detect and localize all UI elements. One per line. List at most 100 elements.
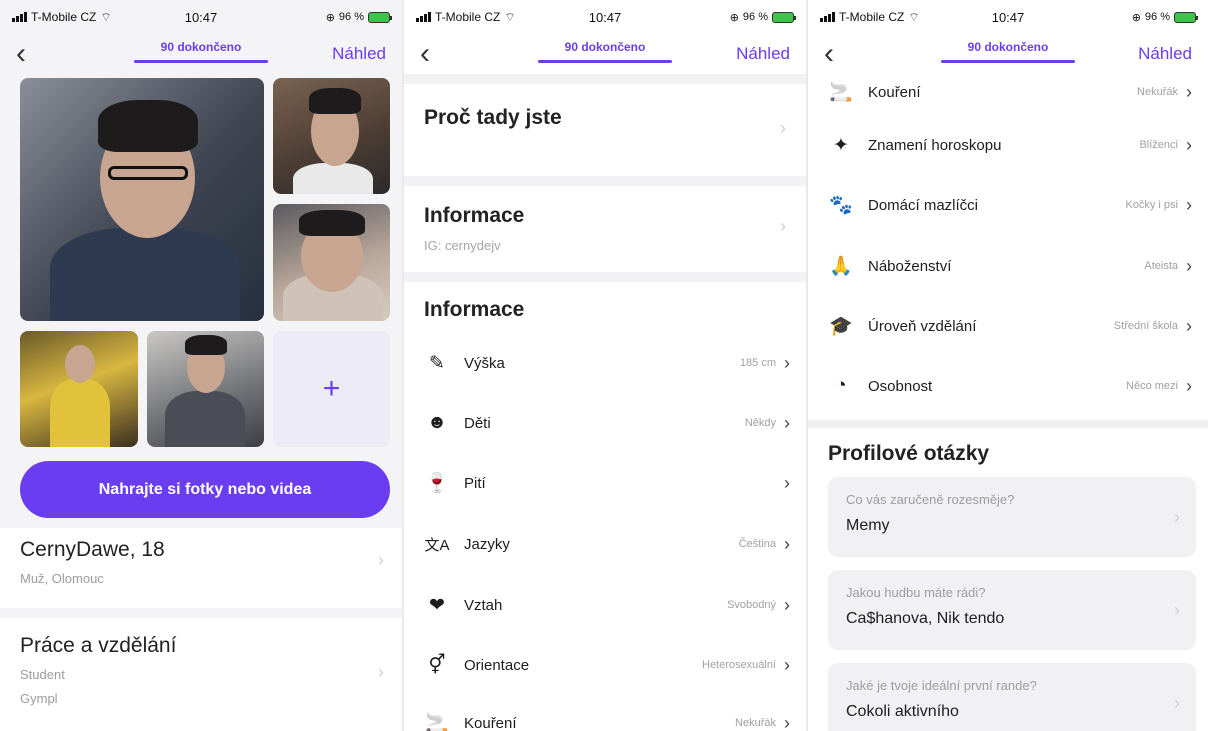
progress-bar: [134, 60, 268, 63]
progress-bar: [538, 60, 672, 63]
preview-button[interactable]: Náhled: [736, 44, 790, 64]
preview-button[interactable]: Náhled: [1138, 44, 1192, 64]
profile-name-card[interactable]: CernyDawe, 18 Muž, Olomouc ›: [0, 528, 402, 608]
smoking-icon: 🚬: [829, 82, 853, 103]
question-card[interactable]: Jakou hudbu máte rádi? Ca$hanova, Nik te…: [828, 570, 1196, 650]
info-bio-card[interactable]: Informace IG: cernydejv ›: [404, 186, 806, 272]
row-value: Nekuřák: [735, 717, 776, 729]
profile-questions-title: Profilové otázky: [828, 442, 990, 465]
battery-status: ⊕ 96 %: [730, 11, 796, 24]
completion-progress: 90 dokončeno: [941, 40, 1075, 63]
work-education-title: Práce a vzdělání: [20, 634, 177, 657]
progress-label: 90 dokončeno: [564, 40, 646, 54]
signal-icon: [416, 12, 431, 22]
completion-progress: 90 dokončeno: [538, 40, 672, 63]
row-drinking[interactable]: 🍷 Pití ›: [404, 453, 806, 513]
battery-icon: [368, 11, 392, 23]
row-smoking[interactable]: 🚬 Kouření Nekuřák ›: [404, 693, 806, 731]
row-label: Děti: [464, 414, 491, 432]
battery-status: ⊕ 96 %: [326, 11, 392, 24]
add-photo-button[interactable]: +: [273, 331, 390, 447]
row-relationship[interactable]: ❤ Vztah Svobodný ›: [404, 575, 806, 635]
row-label: Domácí mazlíčci: [868, 196, 979, 214]
child-face-icon: ☻: [427, 412, 447, 433]
chevron-right-icon: ›: [1186, 194, 1192, 215]
chevron-right-icon: ›: [1174, 507, 1180, 527]
battery-icon: [772, 11, 796, 23]
profile-photo-4[interactable]: [20, 331, 138, 447]
constellation-icon: ✦: [833, 134, 849, 156]
row-label: Úroveň vzdělání: [868, 317, 977, 335]
translate-icon: 文A: [424, 536, 450, 554]
row-religion[interactable]: 🙏 Náboženství Ateista ›: [808, 236, 1208, 296]
row-education[interactable]: 🎓 Úroveň vzdělání Střední škola ›: [808, 296, 1208, 356]
completion-progress: 90 dokončeno: [134, 40, 268, 63]
chevron-right-icon: ›: [1174, 600, 1180, 620]
row-label: Kouření: [464, 714, 517, 731]
back-button[interactable]: ‹: [16, 39, 26, 69]
chevron-right-icon: ›: [784, 412, 790, 433]
praying-hands-icon: 🙏: [829, 256, 853, 277]
row-value: Čeština: [738, 538, 776, 550]
upload-photos-button[interactable]: Nahrajte si fotky nebo videa: [20, 461, 390, 518]
preview-button[interactable]: Náhled: [332, 44, 386, 64]
row-languages[interactable]: 文A Jazyky Čeština ›: [404, 514, 806, 574]
back-button[interactable]: ‹: [824, 39, 834, 69]
answer-text: Ca$hanova, Nik tendo: [846, 610, 1005, 627]
answer-text: Memy: [846, 517, 890, 534]
chevron-right-icon: ›: [378, 662, 384, 682]
row-value: Ateista: [1144, 260, 1178, 272]
profile-photos-screen: T-Mobile CZ ⌔ 10:47 ⊕ 96 % ‹ 90 dokončen…: [0, 0, 402, 731]
work-line-student: Student: [20, 667, 65, 682]
carrier-name: T-Mobile CZ: [435, 10, 501, 24]
progress-label: 90 dokončeno: [967, 40, 1049, 54]
back-button[interactable]: ‹: [420, 39, 430, 69]
row-label: Osobnost: [868, 377, 933, 395]
row-label: Pití: [464, 474, 486, 492]
work-education-card[interactable]: Práce a vzdělání Student Gympl ›: [0, 618, 402, 731]
wifi-icon: ⌔: [504, 9, 516, 24]
row-label: Znamení horoskopu: [868, 136, 1002, 154]
section-divider: [808, 420, 1208, 428]
chevron-right-icon: ›: [1186, 375, 1192, 396]
signal-icon: [820, 12, 835, 22]
graduation-cap-icon: 🎓: [829, 316, 853, 337]
profile-photo-main[interactable]: [20, 78, 264, 321]
why-here-card[interactable]: Proč tady jste ›: [404, 84, 806, 176]
info-bio-title: Informace: [424, 204, 525, 227]
row-zodiac[interactable]: ✦ Znamení horoskopu Blíženci ›: [808, 115, 1208, 175]
chevron-right-icon: ›: [1186, 134, 1192, 155]
battery-percent: 96 %: [1144, 11, 1170, 23]
row-label: Kouření: [868, 83, 921, 101]
profile-photo-5[interactable]: [147, 331, 264, 447]
battery-percent: 96 %: [742, 11, 768, 23]
profile-photo-3[interactable]: [273, 204, 390, 321]
row-label: Náboženství: [868, 257, 952, 275]
ruler-icon: ✎: [429, 352, 445, 374]
chevron-right-icon: ›: [780, 216, 786, 236]
row-value: Svobodný: [727, 599, 776, 611]
row-pets[interactable]: 🐾 Domácí mazlíčci Kočky i psi ›: [808, 175, 1208, 235]
question-card[interactable]: Co vás zaručeně rozesměje? Memy ›: [828, 477, 1196, 557]
profile-photo-2[interactable]: [273, 78, 390, 194]
question-text: Jaké je tvoje ideální první rande?: [846, 678, 1037, 693]
row-personality[interactable]: ◔ Osobnost Něco mezi ›: [808, 356, 1208, 416]
chevron-right-icon: ›: [784, 594, 790, 615]
clock: 10:47: [991, 9, 1025, 25]
row-children[interactable]: ☻ Děti Někdy ›: [404, 393, 806, 453]
signal-icon: [12, 12, 27, 22]
wifi-icon: ⌔: [908, 9, 920, 24]
battery-icon: [1174, 11, 1198, 23]
chevron-right-icon: ›: [780, 118, 786, 138]
row-height[interactable]: ✎ Výška 185 cm ›: [404, 333, 806, 393]
wine-glass-icon: 🍷: [425, 473, 449, 494]
row-label: Vztah: [464, 596, 503, 614]
row-value: Kočky i psi: [1125, 199, 1178, 211]
profile-name: CernyDawe, 18: [20, 538, 165, 561]
info-details-title: Informace: [424, 298, 525, 321]
row-orientation[interactable]: ⚥ Orientace Heterosexuální ›: [404, 635, 806, 695]
wifi-icon: ⌔: [100, 9, 112, 24]
row-value: Někdy: [744, 417, 776, 429]
question-card[interactable]: Jaké je tvoje ideální první rande? Cokol…: [828, 663, 1196, 731]
row-label: Jazyky: [464, 535, 510, 553]
